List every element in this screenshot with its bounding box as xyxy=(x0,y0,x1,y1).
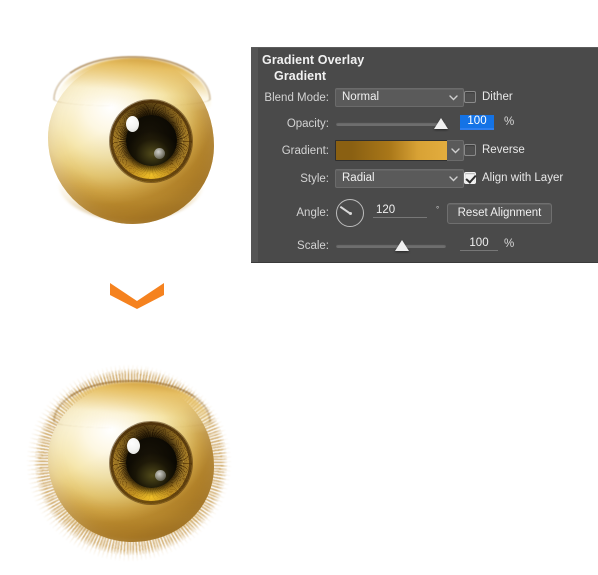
screenshot-root: Gradient Overlay Gradient Blend Mode: No… xyxy=(0,0,598,575)
scale-row: Scale: 100 % xyxy=(251,235,598,257)
gradient-row: Gradient: Reverse xyxy=(251,140,598,162)
eye-secondary-highlight xyxy=(155,470,166,481)
eye-specular-highlight xyxy=(127,438,140,454)
scale-unit: % xyxy=(504,238,515,250)
reset-alignment-button[interactable]: Reset Alignment xyxy=(447,203,552,224)
chevron-down-icon xyxy=(449,93,458,102)
blend-mode-select[interactable]: Normal xyxy=(335,88,464,107)
dither-checkbox-box[interactable] xyxy=(464,91,476,103)
eyeball-illustration-after xyxy=(26,364,232,562)
eye-brow-edge xyxy=(52,56,211,107)
eye-specular-highlight xyxy=(126,116,139,132)
angle-row: Angle: 120 ° Reset Alignment xyxy=(251,199,598,232)
panel-bottom-border xyxy=(251,262,598,263)
blend-mode-label: Blend Mode: xyxy=(264,92,329,104)
panel-title: Gradient Overlay xyxy=(262,53,365,67)
style-value: Radial xyxy=(342,172,375,184)
opacity-value-field[interactable]: 100 xyxy=(460,115,494,130)
reverse-checkbox[interactable]: Reverse xyxy=(464,144,525,156)
dither-checkbox[interactable]: Dither xyxy=(464,91,513,103)
opacity-row: Opacity: 100 % xyxy=(251,113,598,135)
eye-secondary-highlight xyxy=(154,148,165,159)
gradient-overlay-panel: Gradient Overlay Gradient Blend Mode: No… xyxy=(251,47,598,263)
gradient-preview-swatch[interactable] xyxy=(335,140,448,161)
scale-slider-thumb[interactable] xyxy=(395,240,409,251)
angle-dial[interactable] xyxy=(336,199,364,227)
align-with-layer-label: Align with Layer xyxy=(482,172,564,184)
style-label: Style: xyxy=(300,173,329,185)
scale-slider-track[interactable] xyxy=(336,244,446,248)
down-chevron-icon xyxy=(108,281,166,309)
opacity-slider-track[interactable] xyxy=(336,122,446,126)
style-row: Style: Radial Align with Layer xyxy=(251,168,598,190)
blend-mode-row: Blend Mode: Normal Dither xyxy=(251,87,598,109)
gradient-label: Gradient: xyxy=(281,145,329,157)
gradient-fill xyxy=(336,141,447,160)
angle-value-field[interactable]: 120 xyxy=(373,204,427,218)
style-select[interactable]: Radial xyxy=(335,169,464,188)
opacity-label: Opacity: xyxy=(286,118,329,130)
gradient-picker-chevron-down-icon[interactable] xyxy=(447,140,464,161)
blend-mode-value: Normal xyxy=(342,91,380,103)
reverse-checkbox-box[interactable] xyxy=(464,144,476,156)
opacity-unit: % xyxy=(504,116,515,128)
angle-dial-hub xyxy=(348,211,352,215)
angle-label: Angle: xyxy=(296,207,329,219)
angle-unit: ° xyxy=(436,205,440,214)
opacity-slider-thumb[interactable] xyxy=(434,118,448,129)
scale-label: Scale: xyxy=(297,240,329,252)
panel-subtitle: Gradient xyxy=(274,69,327,83)
scale-value-field[interactable]: 100 xyxy=(460,237,498,251)
reverse-label: Reverse xyxy=(482,144,525,156)
panel-top-border xyxy=(251,47,598,48)
align-with-layer-checkbox[interactable]: Align with Layer xyxy=(464,172,563,184)
eye-lower-shading xyxy=(57,174,205,221)
align-with-layer-checkbox-box[interactable] xyxy=(464,172,476,184)
eyeball-illustration-before xyxy=(48,56,214,224)
dither-label: Dither xyxy=(482,91,513,103)
chevron-down-icon xyxy=(449,174,458,183)
